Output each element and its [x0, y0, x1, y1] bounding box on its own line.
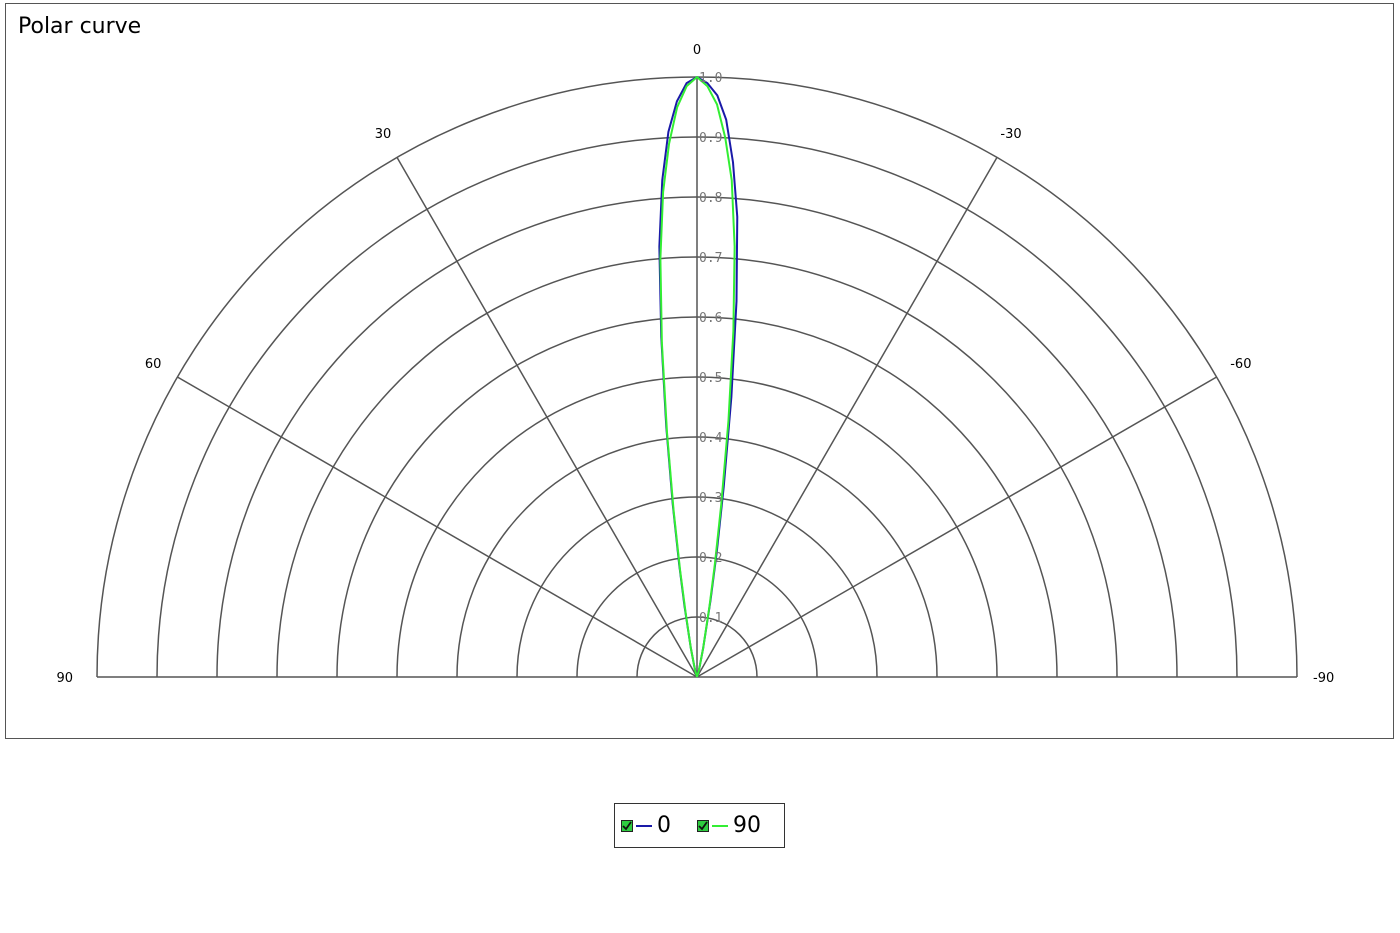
- radial-tick-label: 0.4: [699, 431, 723, 446]
- legend: 0 90: [614, 803, 785, 848]
- legend-line-swatch: [636, 824, 652, 827]
- legend-label: 90: [733, 813, 761, 838]
- angle-tick-label: 30: [375, 127, 392, 142]
- radial-tick-label: 0.9: [699, 131, 722, 146]
- legend-label: 0: [657, 813, 671, 838]
- radial-tick-label: 0.6: [699, 311, 722, 326]
- angle-tick-label: 60: [145, 357, 162, 372]
- radial-tick-label: 0.7: [699, 251, 722, 266]
- legend-item-0[interactable]: 0: [621, 813, 671, 838]
- angle-spoke: [396, 157, 698, 678]
- angle-tick-label: -60: [1230, 357, 1251, 372]
- radial-tick-label: 0.2: [699, 551, 722, 566]
- polar-labels: 90 60 30 0 -30 -60 -90 0.1 0.2 0.3 0.4 0.5 0.6 0.7 0.8…: [56, 43, 1334, 686]
- angle-spoke: [696, 157, 998, 678]
- radial-tick-label: 0.3: [699, 491, 722, 506]
- angle-tick-label: 0: [693, 43, 701, 58]
- radial-tick-label: 1.0: [699, 71, 722, 86]
- angle-spoke: [696, 376, 1217, 678]
- polar-chart: 90 60 30 0 -30 -60 -90 0.1 0.2 0.3 0.4 0.5 0.6 0.7 0.8…: [56, 43, 1334, 686]
- legend-line-swatch: [712, 824, 728, 827]
- angle-tick-label: 90: [56, 671, 73, 686]
- angle-tick-label: -90: [1313, 671, 1334, 686]
- legend-item-90[interactable]: 90: [697, 813, 761, 838]
- radial-tick-label: 0.1: [699, 611, 722, 626]
- checkbox-checked-icon[interactable]: [621, 819, 633, 832]
- checkbox-checked-icon[interactable]: [697, 819, 709, 832]
- radial-tick-label: 0.8: [699, 191, 722, 206]
- polar-grid: [96, 76, 1298, 678]
- angle-tick-label: -30: [1000, 127, 1021, 142]
- angle-spoke: [177, 376, 698, 678]
- radial-tick-label: 0.5: [699, 371, 722, 386]
